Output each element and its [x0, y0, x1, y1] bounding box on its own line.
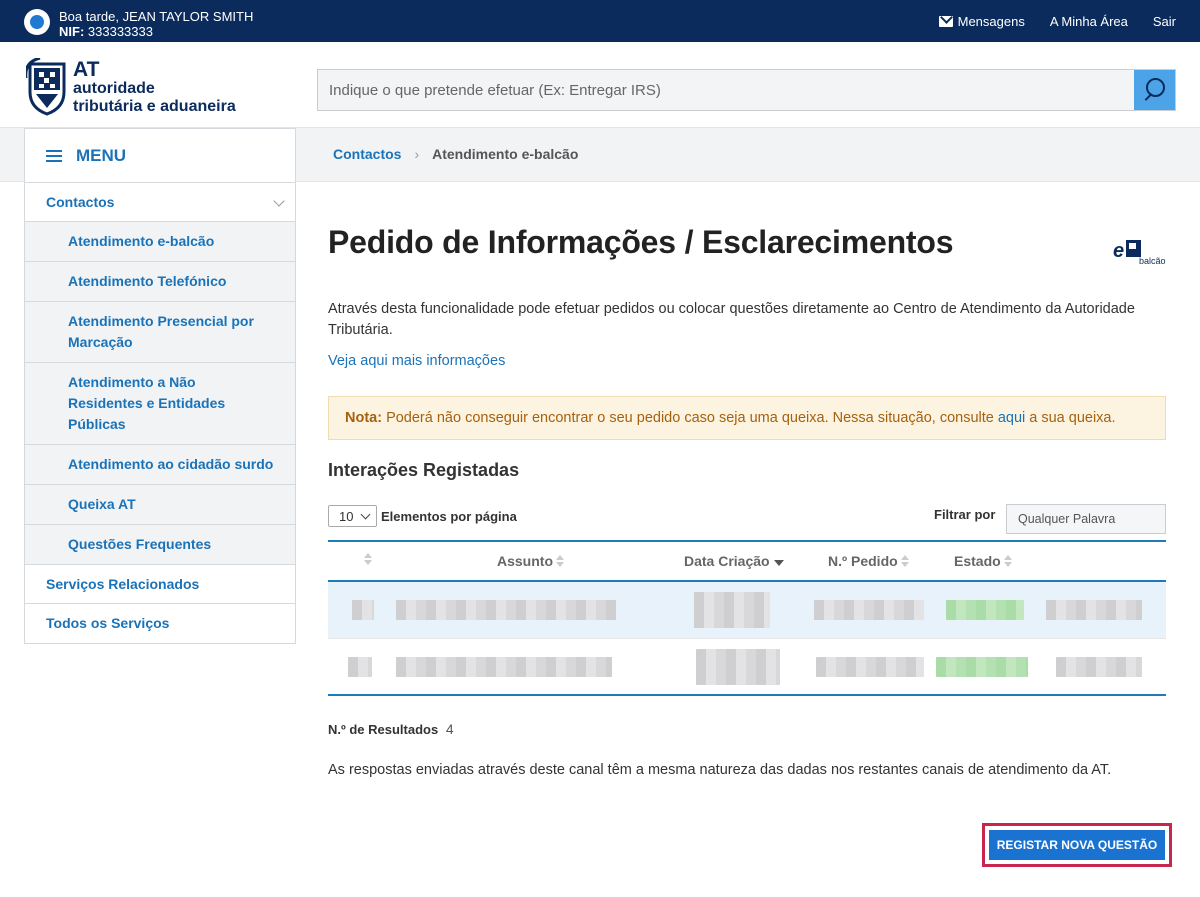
redacted-cell: [1046, 600, 1142, 620]
sidebar-item-atendimento-nao-residentes[interactable]: Atendimento a Não Residentes e Entidades…: [25, 363, 295, 445]
page-description: Através desta funcionalidade pode efetua…: [328, 301, 1135, 338]
sidebar-item-atendimento-ebalcao[interactable]: Atendimento e-balcão: [25, 222, 295, 262]
sidebar-item-todos-servicos[interactable]: Todos os Serviços: [25, 604, 295, 643]
sidebar-menu: MENU Contactos Atendimento e-balcão Aten…: [24, 128, 296, 644]
nif-value: 333333333: [87, 24, 153, 39]
table-header: Assunto Data Criação N.º Pedido Estado: [328, 540, 1166, 582]
search-input[interactable]: [318, 70, 1134, 110]
sidebar-item-contactos[interactable]: Contactos: [25, 183, 295, 222]
page-title: Pedido de Informações / Esclarecimentos: [328, 224, 954, 260]
filter-label: Filtrar por: [934, 507, 996, 522]
sidebar-item-questoes-frequentes[interactable]: Questões Frequentes: [25, 525, 295, 565]
redacted-status: [936, 657, 1028, 677]
filter-input[interactable]: [1007, 505, 1165, 533]
sidebar-item-atendimento-presencial[interactable]: Atendimento Presencial por Marcação: [25, 302, 295, 363]
column-header-assunto[interactable]: Assunto: [497, 553, 564, 569]
column-header-n-pedido[interactable]: N.º Pedido: [828, 553, 909, 569]
menu-toggle[interactable]: MENU: [25, 129, 295, 183]
breadcrumb: Contactos › Atendimento e-balcão: [333, 146, 578, 162]
top-bar: Boa tarde, JEAN TAYLOR SMITH NIF: 333333…: [0, 0, 1200, 42]
note-alert: Nota: Poderá não conseguir encontrar o s…: [328, 396, 1166, 440]
site-header: AT autoridade tributária e aduaneira: [0, 42, 1200, 128]
results-label: N.º de Resultados: [328, 722, 439, 737]
user-avatar-icon: [24, 9, 50, 35]
note-text-end: a sua queixa.: [1029, 410, 1116, 426]
logo-line-1: autoridade: [73, 80, 155, 97]
user-greeting: Boa tarde, JEAN TAYLOR SMITH: [59, 9, 254, 24]
register-new-question-button[interactable]: REGISTAR NOVA QUESTÃO: [989, 830, 1165, 860]
user-nif: NIF: 333333333: [59, 24, 153, 39]
column-header-estado[interactable]: Estado: [954, 553, 1012, 569]
redacted-cell: [816, 657, 924, 677]
breadcrumb-separator-icon: ›: [414, 146, 420, 162]
note-text: Poderá não conseguir encontrar o seu ped…: [386, 410, 994, 426]
sidebar-item-queixa-at[interactable]: Queixa AT: [25, 485, 295, 525]
sidebar-item-servicos-relacionados[interactable]: Serviços Relacionados: [25, 565, 295, 604]
search-bar: [317, 69, 1176, 111]
my-area-link[interactable]: A Minha Área: [1050, 14, 1128, 29]
breadcrumb-current: Atendimento e-balcão: [432, 146, 579, 162]
redacted-cell: [396, 657, 612, 677]
top-links: Mensagens A Minha Área Sair: [914, 0, 1176, 42]
footer-note: As respostas enviadas através deste cana…: [328, 762, 1112, 778]
filter-field: [1006, 504, 1166, 534]
note-link[interactable]: aqui: [998, 410, 1025, 426]
at-logo[interactable]: AT autoridade tributária e aduaneira: [26, 58, 256, 120]
logout-link[interactable]: Sair: [1153, 14, 1176, 29]
more-info-link[interactable]: Veja aqui mais informações: [328, 353, 505, 369]
messages-label: Mensagens: [957, 13, 1025, 29]
sidebar-item-atendimento-telefonico[interactable]: Atendimento Telefónico: [25, 262, 295, 302]
table-row[interactable]: [328, 639, 1166, 696]
redacted-cell: [1056, 657, 1142, 677]
column-header-data-criacao[interactable]: Data Criação: [684, 553, 784, 569]
redacted-cell: [814, 600, 924, 620]
redacted-cell: [694, 592, 770, 628]
sort-icon: [556, 555, 564, 567]
results-value: 4: [445, 721, 454, 737]
sidebar-item-label: Contactos: [46, 194, 115, 210]
sort-icon: [900, 555, 909, 567]
portuguese-shield-icon: [26, 58, 66, 116]
interactions-table: Assunto Data Criação N.º Pedido Estado: [328, 540, 1166, 696]
ebalcao-badge-text: balcão: [1139, 256, 1166, 266]
envelope-icon: [938, 15, 953, 27]
logo-line-2: tributária e aduaneira: [73, 98, 236, 115]
menu-label: MENU: [76, 145, 127, 165]
redacted-cell: [352, 600, 374, 620]
redacted-cell: [396, 600, 616, 620]
sort-icon: [364, 553, 372, 565]
note-label: Nota:: [345, 410, 383, 426]
redacted-status: [946, 600, 1024, 620]
hamburger-icon: [46, 149, 62, 162]
page-size-select[interactable]: 10: [328, 505, 377, 527]
results-count: N.º de Resultados 4: [328, 721, 454, 737]
new-question-highlight: REGISTAR NOVA QUESTÃO: [982, 823, 1172, 867]
sort-icon: [1003, 555, 1012, 567]
page-size-label: Elementos por página: [381, 508, 517, 524]
breadcrumb-contactos[interactable]: Contactos: [333, 146, 401, 162]
redacted-cell: [348, 657, 372, 677]
page-size-control: 10 Elementos por página: [328, 505, 517, 527]
section-title: Interações Registadas: [328, 460, 520, 480]
messages-link[interactable]: Mensagens: [938, 13, 1025, 29]
logo-title: AT: [73, 58, 100, 81]
column-header-index[interactable]: [361, 553, 372, 565]
search-button[interactable]: [1134, 70, 1175, 110]
table-row[interactable]: [328, 582, 1166, 639]
sidebar-item-atendimento-surdo[interactable]: Atendimento ao cidadão surdo: [25, 445, 295, 485]
chevron-down-icon: [273, 195, 285, 207]
nif-label: NIF:: [59, 24, 85, 39]
redacted-cell: [696, 649, 780, 685]
ebalcao-logo-icon: e balcão: [1113, 240, 1166, 266]
sort-desc-icon: [773, 560, 784, 566]
